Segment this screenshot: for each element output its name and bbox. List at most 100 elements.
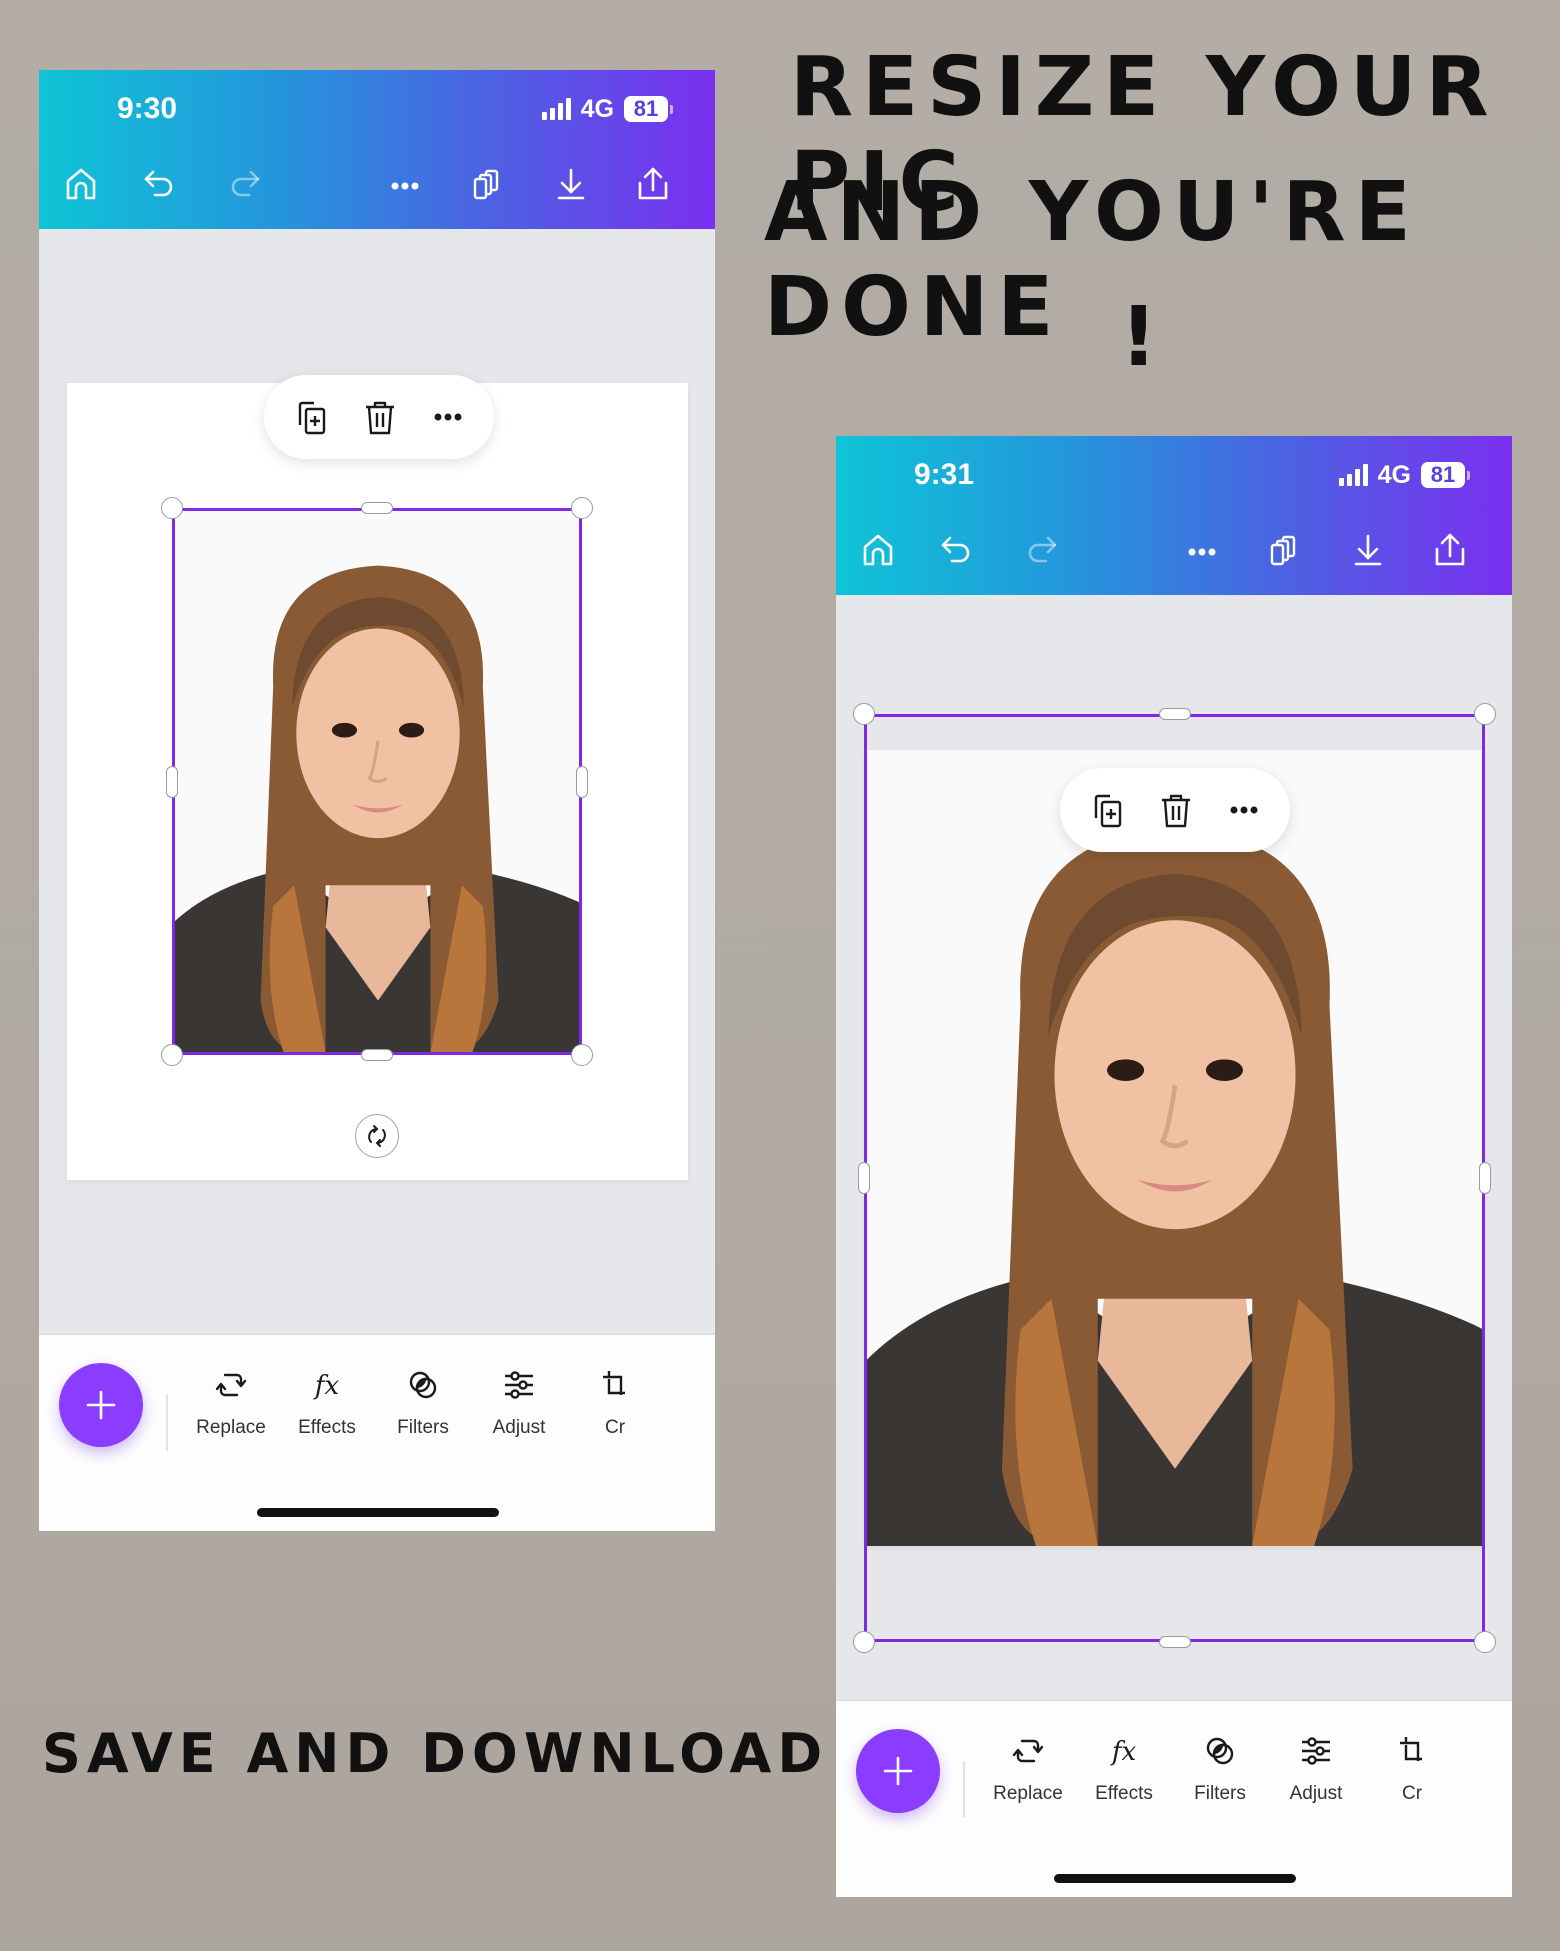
resize-handle-top-right[interactable] (571, 497, 593, 519)
more-icon[interactable] (426, 395, 470, 439)
delete-icon[interactable] (1154, 788, 1198, 832)
duplicate-icon[interactable] (1086, 788, 1130, 832)
resize-handle-right[interactable] (1479, 1162, 1491, 1194)
resize-handle-bottom-right[interactable] (1474, 1631, 1496, 1653)
bottom-toolbar: Replace fx Effects Filters Adjust Cr (39, 1334, 715, 1531)
filters-icon (1206, 1737, 1234, 1765)
home-icon[interactable] (858, 530, 898, 570)
app-header: 9:30 4G 81 (39, 70, 715, 229)
signal-icon (1338, 464, 1368, 486)
tool-label: Filters (397, 1417, 449, 1438)
selection-frame[interactable] (864, 714, 1485, 1642)
network-type: 4G (580, 94, 614, 123)
status-indicators: 4G 81 (541, 94, 673, 124)
more-icon[interactable] (1182, 530, 1222, 570)
battery-icon: 81 (1421, 462, 1470, 488)
more-icon[interactable] (385, 164, 425, 204)
tool-label: Adjust (492, 1417, 546, 1438)
redo-icon[interactable] (1020, 530, 1060, 570)
resize-handle-top-right[interactable] (1474, 703, 1496, 725)
home-indicator (257, 1508, 499, 1517)
signal-icon (541, 98, 571, 120)
pages-icon[interactable] (1264, 530, 1304, 570)
status-time: 9:31 (914, 458, 975, 491)
add-element-button[interactable] (59, 1363, 143, 1447)
floating-toolbar (264, 375, 494, 459)
resize-handle-left[interactable] (166, 765, 178, 798)
tool-label: Effects (298, 1417, 356, 1438)
tool-label: Replace (196, 1417, 266, 1438)
download-icon[interactable] (551, 164, 591, 204)
phone-screen-after: 9:31 4G 81 Replace fx Effects Filters Ad… (836, 436, 1512, 1897)
more-icon[interactable] (1222, 788, 1266, 832)
editor-toolbar (39, 156, 715, 216)
battery-level: 81 (624, 96, 668, 122)
crop-icon (1400, 1737, 1422, 1761)
tool-effects[interactable]: fx Effects (279, 1365, 375, 1439)
resize-handle-top[interactable] (361, 502, 393, 514)
tool-label: Filters (1194, 1783, 1246, 1804)
plus-icon (86, 1390, 116, 1420)
effects-icon: fx (313, 1371, 340, 1401)
effects-icon: fx (1110, 1737, 1137, 1767)
network-type: 4G (1377, 460, 1411, 489)
tool-crop[interactable]: Cr (567, 1365, 663, 1439)
home-icon[interactable] (61, 164, 101, 204)
home-indicator (1054, 1874, 1296, 1883)
svg-text:fx: fx (313, 1371, 340, 1401)
resize-handle-left[interactable] (858, 1162, 870, 1194)
editor-toolbar (836, 522, 1512, 582)
battery-level: 81 (1421, 462, 1465, 488)
resize-handle-right[interactable] (576, 765, 588, 798)
tool-effects[interactable]: fx Effects (1076, 1731, 1172, 1805)
resize-handle-bottom-right[interactable] (571, 1044, 593, 1066)
tool-adjust[interactable]: Adjust (471, 1365, 567, 1439)
tool-crop[interactable]: Cr (1364, 1731, 1460, 1805)
status-time: 9:30 (117, 92, 178, 125)
resize-handle-top-left[interactable] (853, 703, 875, 725)
svg-text:fx: fx (1110, 1737, 1137, 1767)
resize-handle-bottom-left[interactable] (161, 1044, 183, 1066)
pages-icon[interactable] (467, 164, 507, 204)
rotate-icon (368, 1125, 386, 1147)
tool-replace[interactable]: Replace (980, 1731, 1076, 1805)
tool-label: Effects (1095, 1783, 1153, 1804)
selection-frame[interactable] (172, 508, 582, 1055)
bottom-toolbar: Replace fx Effects Filters Adjust Cr (836, 1700, 1512, 1897)
tool-filters[interactable]: Filters (1172, 1731, 1268, 1805)
share-icon[interactable] (1430, 530, 1470, 570)
plus-icon (883, 1756, 913, 1786)
tool-label: Cr (1401, 1783, 1423, 1804)
rotate-handle[interactable] (355, 1114, 399, 1158)
add-element-button[interactable] (856, 1729, 940, 1813)
replace-icon (215, 1373, 247, 1397)
undo-icon[interactable] (938, 530, 978, 570)
filters-icon (409, 1371, 437, 1399)
tool-label: Cr (604, 1417, 626, 1438)
phone-screen-before: 9:30 4G 81 Replace fx Effects Filters Ad… (39, 70, 715, 1531)
undo-icon[interactable] (141, 164, 181, 204)
share-icon[interactable] (633, 164, 673, 204)
headline-line-3: ! (1120, 290, 1167, 385)
delete-icon[interactable] (358, 395, 402, 439)
battery-icon: 81 (624, 96, 673, 122)
app-header: 9:31 4G 81 (836, 436, 1512, 595)
download-icon[interactable] (1348, 530, 1388, 570)
caption-save-download: SAVE AND DOWNLOAD :-) (42, 1722, 940, 1785)
toolbar-divider (166, 1395, 168, 1451)
resize-handle-top-left[interactable] (161, 497, 183, 519)
tool-filters[interactable]: Filters (375, 1365, 471, 1439)
crop-icon (603, 1371, 625, 1395)
floating-toolbar (1060, 768, 1290, 852)
resize-handle-bottom[interactable] (361, 1049, 393, 1061)
toolbar-divider (963, 1761, 965, 1817)
tool-adjust[interactable]: Adjust (1268, 1731, 1364, 1805)
adjust-icon (1302, 1737, 1330, 1765)
duplicate-icon[interactable] (290, 395, 334, 439)
resize-handle-bottom[interactable] (1158, 1636, 1191, 1648)
adjust-icon (505, 1371, 533, 1399)
redo-icon[interactable] (223, 164, 263, 204)
resize-handle-bottom-left[interactable] (853, 1631, 875, 1653)
tool-replace[interactable]: Replace (183, 1365, 279, 1439)
resize-handle-top[interactable] (1158, 708, 1191, 720)
